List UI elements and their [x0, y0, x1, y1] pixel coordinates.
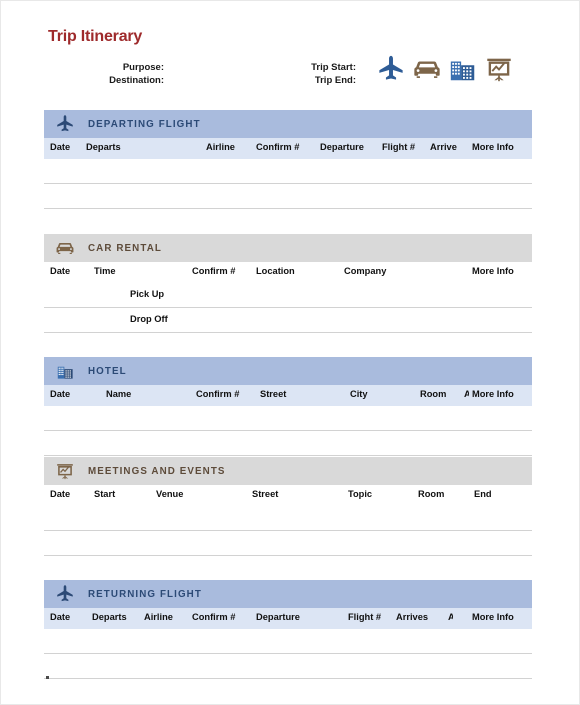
data-rows: [44, 506, 532, 556]
column-end: End: [474, 489, 492, 499]
column-header-row: Date Name Confirm # Street City Room A M…: [44, 385, 532, 406]
trip-end-label: Trip End:: [314, 75, 356, 86]
table-row[interactable]: [44, 159, 532, 184]
column-topic: Topic: [348, 489, 373, 499]
column-header-row: Date Time Confirm # Location Company Mor…: [44, 262, 532, 283]
section-header-returning-flight: RETURNING FLIGHT: [44, 580, 532, 608]
section-title: MEETINGS AND EVENTS: [88, 465, 226, 477]
column-more-info: More Info: [472, 142, 514, 152]
page-title: Trip Itinerary: [48, 28, 143, 45]
table-row[interactable]: [44, 184, 532, 209]
header-icon-row: [376, 54, 514, 89]
column-header-row: Date Start Venue Street Topic Room End: [44, 485, 532, 506]
data-rows: Pick Up Drop Off: [44, 283, 532, 333]
building-icon: [52, 360, 78, 382]
column-confirm: Confirm #: [192, 612, 236, 622]
table-row[interactable]: [44, 406, 532, 431]
column-company: Company: [344, 266, 387, 276]
column-departure: Departure: [256, 612, 300, 622]
column-date: Date: [50, 266, 71, 276]
section-title: DEPARTING FLIGHT: [88, 118, 201, 130]
data-rows: [44, 629, 532, 679]
column-departs: Departs: [92, 612, 127, 622]
column-location: Location: [256, 266, 295, 276]
trip-itinerary-page: Trip Itinerary Purpose: Destination: Tri…: [0, 0, 580, 705]
column-confirm: Confirm #: [196, 389, 240, 399]
column-room: Room: [420, 389, 447, 399]
column-more-info: More Info: [472, 266, 514, 276]
table-row-pick-up[interactable]: Pick Up: [44, 283, 532, 308]
column-room: Room: [418, 489, 445, 499]
column-departs: Departs: [86, 142, 121, 152]
table-row[interactable]: [44, 431, 532, 456]
table-row[interactable]: [44, 531, 532, 556]
section-title: HOTEL: [88, 365, 127, 377]
airplane-icon: [52, 113, 78, 135]
column-name: Name: [106, 389, 132, 399]
column-arrives: Arrives: [396, 612, 429, 622]
presentation-chart-icon: [484, 54, 514, 89]
table-row-drop-off[interactable]: Drop Off: [44, 308, 532, 333]
section-meetings-and-events: MEETINGS AND EVENTS Date Start Venue Str…: [44, 457, 532, 556]
section-hotel: HOTEL Date Name Confirm # Street City Ro…: [44, 357, 532, 456]
destination-label: Destination:: [109, 75, 164, 86]
column-more-info: More Info: [472, 389, 514, 399]
table-row[interactable]: [44, 654, 532, 679]
column-street: Street: [252, 489, 279, 499]
section-car-rental: CAR RENTAL Date Time Confirm # Location …: [44, 234, 532, 333]
column-venue: Venue: [156, 489, 184, 499]
data-rows: [44, 406, 532, 456]
section-header-departing-flight: DEPARTING FLIGHT: [44, 110, 532, 138]
stray-mark: [46, 676, 49, 679]
trip-start-label: Trip Start:: [311, 62, 356, 73]
column-city: City: [350, 389, 368, 399]
column-header-row: Date Departs Airline Confirm # Departure…: [44, 138, 532, 159]
column-truncated: A: [464, 389, 469, 399]
purpose-label: Purpose:: [122, 62, 164, 73]
column-date: Date: [50, 389, 71, 399]
drop-off-label: Drop Off: [130, 314, 168, 324]
column-truncated: A: [448, 612, 453, 622]
section-header-meetings-and-events: MEETINGS AND EVENTS: [44, 457, 532, 485]
section-header-hotel: HOTEL: [44, 357, 532, 385]
section-returning-flight: RETURNING FLIGHT Date Departs Airline Co…: [44, 580, 532, 679]
column-time: Time: [94, 266, 116, 276]
building-icon: [448, 54, 478, 89]
column-departure: Departure: [320, 142, 364, 152]
column-street: Street: [260, 389, 287, 399]
column-flight: Flight #: [382, 142, 416, 152]
data-rows: [44, 159, 532, 209]
column-confirm: Confirm #: [192, 266, 236, 276]
column-airline: Airline: [144, 612, 173, 622]
section-title: RETURNING FLIGHT: [88, 588, 202, 600]
airplane-icon: [376, 54, 406, 89]
column-airline: Airline: [206, 142, 235, 152]
car-icon: [52, 237, 78, 259]
column-flight: Flight #: [348, 612, 382, 622]
column-start: Start: [94, 489, 116, 499]
column-header-row: Date Departs Airline Confirm # Departure…: [44, 608, 532, 629]
section-departing-flight: DEPARTING FLIGHT Date Departs Airline Co…: [44, 110, 532, 209]
section-header-car-rental: CAR RENTAL: [44, 234, 532, 262]
presentation-chart-icon: [52, 460, 78, 482]
column-arrive: Arrive: [430, 142, 457, 152]
airplane-icon: [52, 583, 78, 605]
table-row[interactable]: [44, 506, 532, 531]
column-date: Date: [50, 612, 71, 622]
car-icon: [412, 54, 442, 89]
pick-up-label: Pick Up: [130, 289, 165, 299]
column-date: Date: [50, 489, 71, 499]
column-confirm: Confirm #: [256, 142, 300, 152]
trip-info-labels-right: Trip Start: Trip End:: [240, 61, 356, 87]
table-row[interactable]: [44, 629, 532, 654]
column-date: Date: [50, 142, 71, 152]
trip-info-labels-left: Purpose: Destination:: [40, 61, 164, 87]
column-more-info: More Info: [472, 612, 514, 622]
section-title: CAR RENTAL: [88, 242, 162, 254]
